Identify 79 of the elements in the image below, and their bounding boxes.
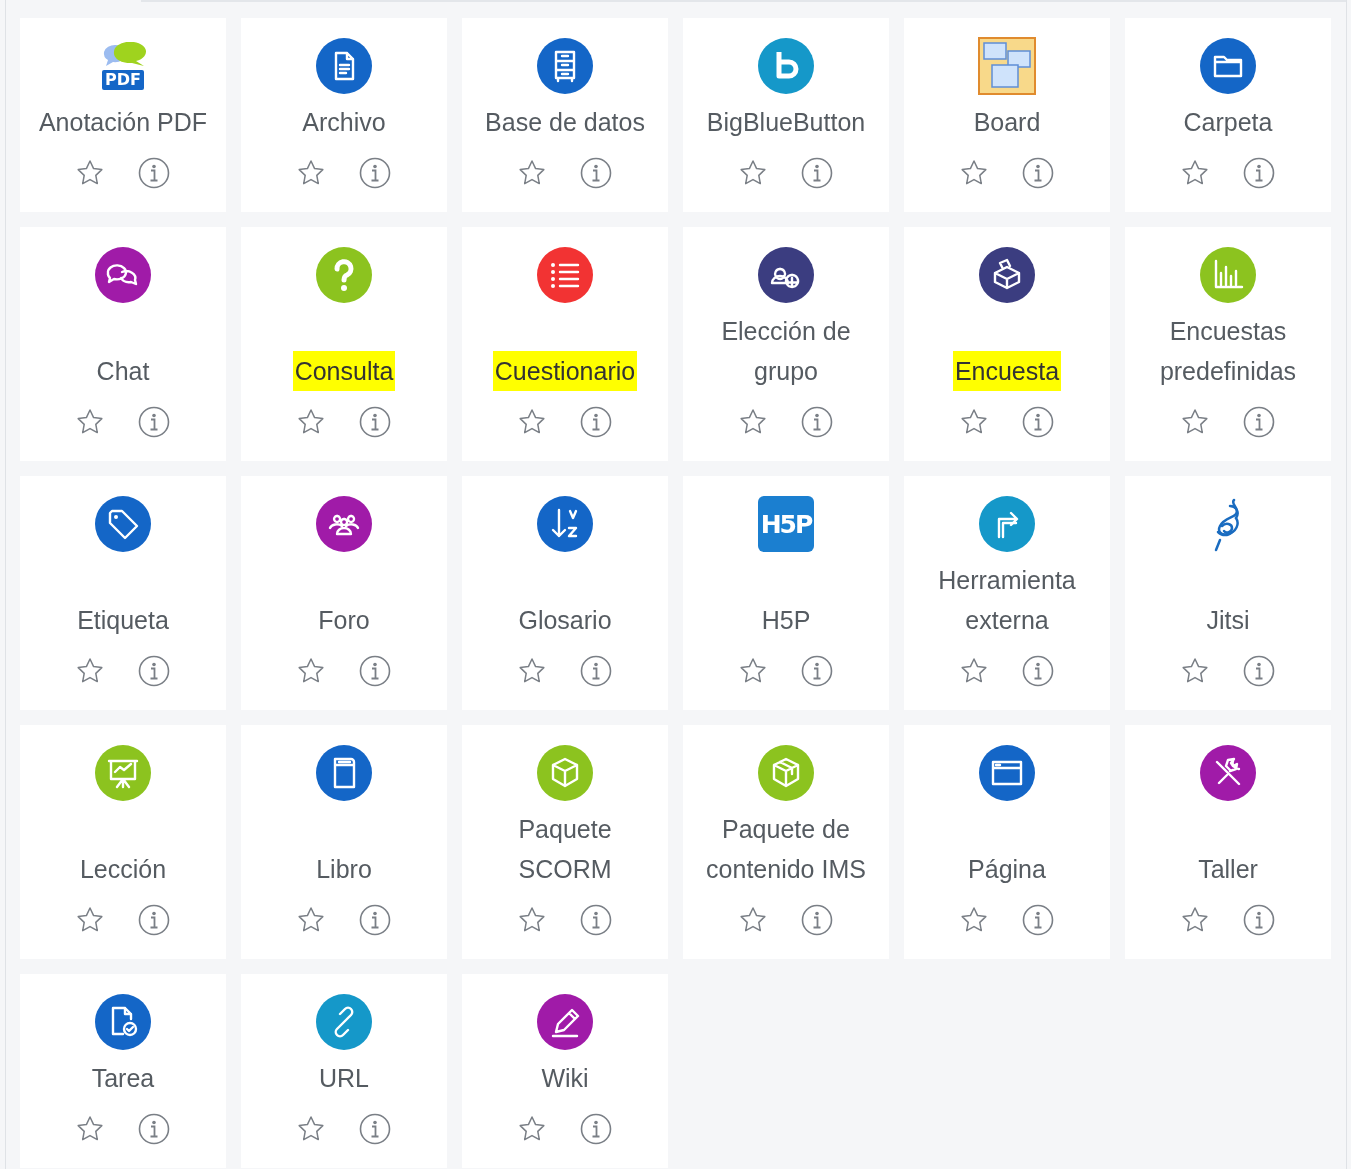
star-icon[interactable]	[1181, 159, 1209, 187]
activity-name[interactable]: Jitsi	[1204, 600, 1252, 640]
activity-name[interactable]: URL	[317, 1058, 371, 1098]
star-icon[interactable]	[76, 906, 104, 934]
star-icon[interactable]	[1181, 906, 1209, 934]
activity-name[interactable]: Chat	[94, 351, 152, 391]
activity-name[interactable]: Lección	[77, 849, 169, 889]
activity-name[interactable]: Cuestionario	[492, 351, 638, 391]
activity-name[interactable]: BigBlueButton	[704, 102, 868, 142]
info-icon[interactable]	[138, 1113, 170, 1145]
info-icon[interactable]	[580, 1113, 612, 1145]
star-icon[interactable]	[960, 408, 988, 436]
info-icon[interactable]	[801, 904, 833, 936]
info-icon[interactable]	[1243, 904, 1275, 936]
star-icon[interactable]	[518, 408, 546, 436]
star-icon[interactable]	[76, 159, 104, 187]
activity-name[interactable]: Taller	[1196, 849, 1260, 889]
info-icon[interactable]	[1022, 904, 1054, 936]
activity-name[interactable]: Archivo	[300, 102, 388, 142]
activity-name[interactable]: H5P	[759, 600, 813, 640]
activity-name[interactable]: Libro	[314, 849, 374, 889]
info-icon[interactable]	[580, 406, 612, 438]
star-icon[interactable]	[518, 906, 546, 934]
info-icon[interactable]	[359, 406, 391, 438]
star-icon[interactable]	[76, 657, 104, 685]
activity-name[interactable]: Wiki	[539, 1058, 591, 1098]
activity-name[interactable]: Board	[971, 102, 1043, 142]
info-icon[interactable]	[580, 655, 612, 687]
activity-name[interactable]: Consulta	[292, 351, 396, 391]
star-icon[interactable]	[1181, 657, 1209, 685]
star-icon[interactable]	[960, 159, 988, 187]
info-icon[interactable]	[1022, 157, 1054, 189]
logo-badge: H5P	[758, 496, 814, 552]
pdf-badge: PDF	[102, 70, 144, 90]
star-icon[interactable]	[1181, 408, 1209, 436]
activity-name[interactable]: Anotación PDF	[36, 102, 210, 142]
activity-name[interactable]: Foro	[316, 600, 372, 640]
info-icon[interactable]	[1022, 655, 1054, 687]
info-icon[interactable]	[359, 157, 391, 189]
star-icon[interactable]	[739, 906, 767, 934]
star-icon[interactable]	[518, 1115, 546, 1143]
info-icon[interactable]	[359, 1113, 391, 1145]
activity-name[interactable]: Encuesta	[952, 351, 1062, 391]
star-icon[interactable]	[518, 159, 546, 187]
info-icon[interactable]	[138, 655, 170, 687]
activity-name[interactable]: Página	[966, 849, 1048, 889]
info-icon[interactable]	[138, 406, 170, 438]
activity-name[interactable]: Carpeta	[1181, 102, 1275, 142]
star-icon[interactable]	[518, 657, 546, 685]
star-icon[interactable]	[960, 906, 988, 934]
star-icon[interactable]	[297, 159, 325, 187]
activity-name[interactable]: Tarea	[89, 1058, 157, 1098]
info-icon[interactable]	[1243, 157, 1275, 189]
star-icon[interactable]	[297, 657, 325, 685]
info-icon[interactable]	[138, 904, 170, 936]
star-icon[interactable]	[76, 1115, 104, 1143]
info-icon[interactable]	[1243, 655, 1275, 687]
info-icon[interactable]	[580, 157, 612, 189]
info-icon[interactable]	[801, 157, 833, 189]
info-icon[interactable]	[359, 655, 391, 687]
star-icon[interactable]	[739, 159, 767, 187]
activity-name[interactable]: Glosario	[516, 600, 614, 640]
info-icon[interactable]	[580, 904, 612, 936]
star-icon[interactable]	[739, 657, 767, 685]
star-icon[interactable]	[297, 906, 325, 934]
info-icon[interactable]	[1243, 406, 1275, 438]
activity-name[interactable]: Base de datos	[483, 102, 647, 142]
star-icon[interactable]	[960, 657, 988, 685]
star-icon[interactable]	[297, 408, 325, 436]
activity-name[interactable]: Etiqueta	[75, 600, 171, 640]
star-icon[interactable]	[76, 408, 104, 436]
info-icon[interactable]	[1022, 406, 1054, 438]
star-icon[interactable]	[739, 408, 767, 436]
star-icon[interactable]	[297, 1115, 325, 1143]
info-icon[interactable]	[138, 157, 170, 189]
info-icon[interactable]	[801, 406, 833, 438]
info-icon[interactable]	[801, 655, 833, 687]
activity-name[interactable]: Paquete SCORM	[516, 809, 614, 889]
info-icon[interactable]	[359, 904, 391, 936]
